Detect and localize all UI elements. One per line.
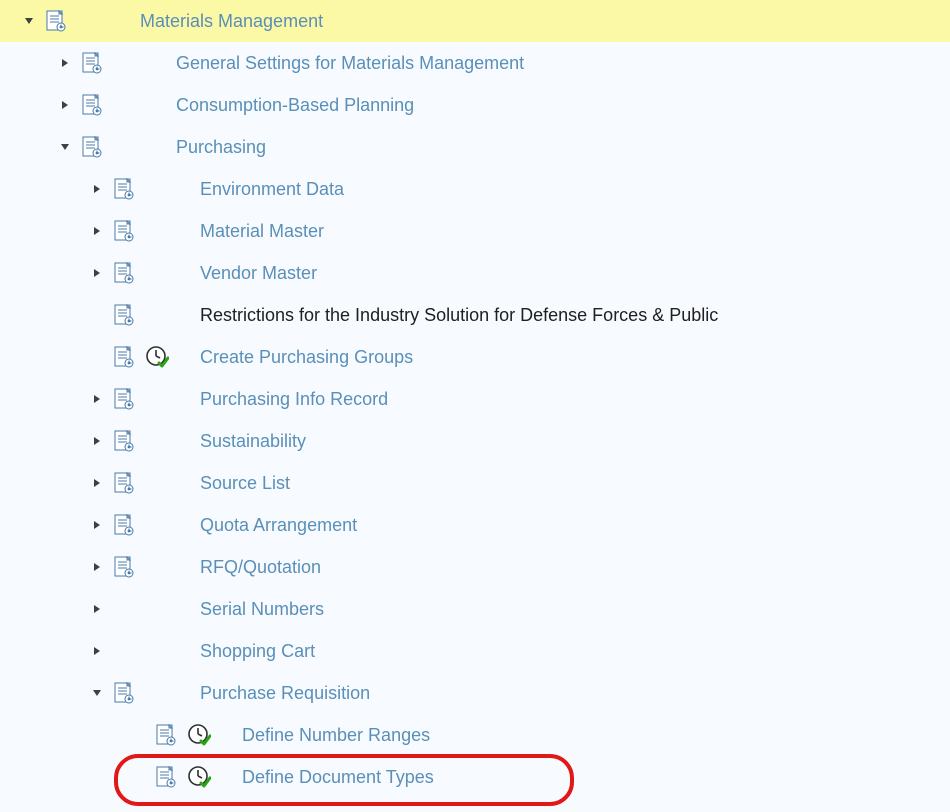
document-icon <box>110 385 138 413</box>
tree-label[interactable]: Environment Data <box>192 179 344 200</box>
collapse-icon[interactable] <box>56 142 74 152</box>
tree-label[interactable]: Purchasing <box>168 137 266 158</box>
expand-icon[interactable] <box>56 100 74 110</box>
tree-label[interactable]: Consumption-Based Planning <box>168 95 414 116</box>
tree-label[interactable]: Create Purchasing Groups <box>192 347 413 368</box>
tree-label[interactable]: RFQ/Quotation <box>192 557 321 578</box>
tree-label[interactable]: Serial Numbers <box>192 599 324 620</box>
tree-node-purchase-requisition[interactable]: Purchase Requisition <box>0 672 950 714</box>
document-icon <box>110 679 138 707</box>
document-icon <box>110 343 138 371</box>
document-icon <box>78 49 106 77</box>
document-icon <box>110 217 138 245</box>
tree-label[interactable]: Define Document Types <box>234 767 434 788</box>
tree-node-sustainability[interactable]: Sustainability <box>0 420 950 462</box>
tree-label[interactable]: Sustainability <box>192 431 306 452</box>
tree-node-material-master[interactable]: Material Master <box>0 210 950 252</box>
img-tree: Materials Management General Settings fo… <box>0 0 950 798</box>
expand-icon[interactable] <box>88 436 106 446</box>
document-icon <box>78 133 106 161</box>
document-icon <box>110 553 138 581</box>
document-icon <box>152 721 180 749</box>
expand-icon[interactable] <box>56 58 74 68</box>
activity-icon <box>144 344 170 370</box>
tree-label[interactable]: Define Number Ranges <box>234 725 430 746</box>
expand-icon[interactable] <box>88 646 106 656</box>
document-icon <box>152 763 180 791</box>
document-icon <box>110 511 138 539</box>
tree-node-source-list[interactable]: Source List <box>0 462 950 504</box>
tree-node-rfq-quotation[interactable]: RFQ/Quotation <box>0 546 950 588</box>
tree-node-define-number-ranges[interactable]: Define Number Ranges <box>0 714 950 756</box>
document-icon <box>110 427 138 455</box>
collapse-icon[interactable] <box>88 688 106 698</box>
expand-icon[interactable] <box>88 520 106 530</box>
expand-icon[interactable] <box>88 268 106 278</box>
expand-icon[interactable] <box>88 226 106 236</box>
document-icon <box>78 91 106 119</box>
tree-label[interactable]: Quota Arrangement <box>192 515 357 536</box>
tree-node-restrictions[interactable]: Restrictions for the Industry Solution f… <box>0 294 950 336</box>
tree-label[interactable]: Source List <box>192 473 290 494</box>
tree-label[interactable]: Materials Management <box>132 11 323 32</box>
document-icon <box>42 7 70 35</box>
document-icon <box>110 469 138 497</box>
tree-node-serial-numbers[interactable]: Serial Numbers <box>0 588 950 630</box>
expand-icon[interactable] <box>88 562 106 572</box>
tree-node-materials-management[interactable]: Materials Management <box>0 0 950 42</box>
tree-node-vendor-master[interactable]: Vendor Master <box>0 252 950 294</box>
expand-icon[interactable] <box>88 184 106 194</box>
tree-node-create-purchasing-groups[interactable]: Create Purchasing Groups <box>0 336 950 378</box>
tree-label[interactable]: Purchase Requisition <box>192 683 370 704</box>
tree-node-general-settings[interactable]: General Settings for Materials Managemen… <box>0 42 950 84</box>
tree-label[interactable]: Vendor Master <box>192 263 317 284</box>
expand-icon[interactable] <box>88 604 106 614</box>
document-icon <box>110 301 138 329</box>
tree-label[interactable]: Restrictions for the Industry Solution f… <box>192 305 718 326</box>
expand-icon[interactable] <box>88 394 106 404</box>
activity-icon <box>186 764 212 790</box>
document-icon <box>110 259 138 287</box>
tree-node-purchasing[interactable]: Purchasing <box>0 126 950 168</box>
tree-node-define-document-types[interactable]: Define Document Types <box>0 756 950 798</box>
tree-node-purchasing-info-record[interactable]: Purchasing Info Record <box>0 378 950 420</box>
activity-icon <box>186 722 212 748</box>
tree-label[interactable]: Purchasing Info Record <box>192 389 388 410</box>
expand-icon[interactable] <box>88 478 106 488</box>
tree-label[interactable]: General Settings for Materials Managemen… <box>168 53 524 74</box>
tree-node-shopping-cart[interactable]: Shopping Cart <box>0 630 950 672</box>
tree-label[interactable]: Material Master <box>192 221 324 242</box>
tree-label[interactable]: Shopping Cart <box>192 641 315 662</box>
tree-node-quota-arrangement[interactable]: Quota Arrangement <box>0 504 950 546</box>
tree-node-consumption-based[interactable]: Consumption-Based Planning <box>0 84 950 126</box>
document-icon <box>110 175 138 203</box>
tree-node-environment-data[interactable]: Environment Data <box>0 168 950 210</box>
collapse-icon[interactable] <box>20 16 38 26</box>
